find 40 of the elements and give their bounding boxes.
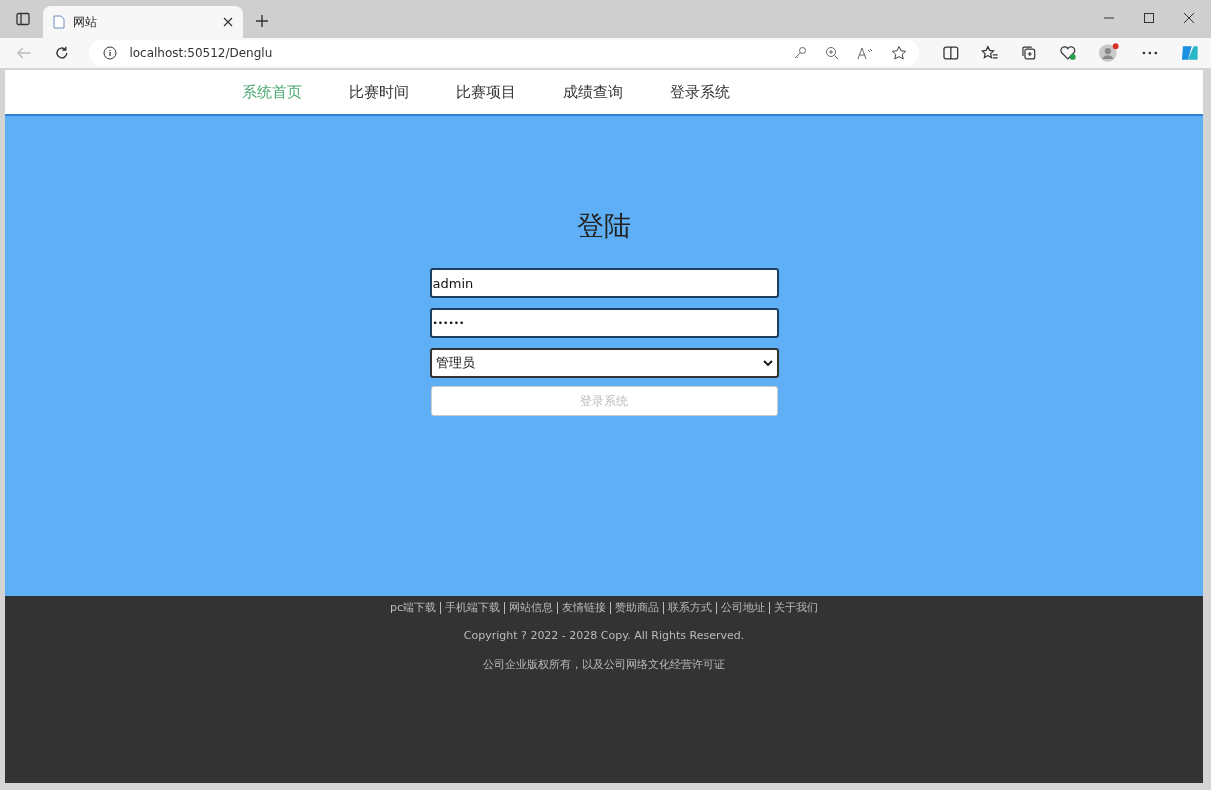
page-icon <box>53 15 65 29</box>
tab-panel-icon[interactable] <box>16 12 30 26</box>
key-icon[interactable] <box>793 46 808 60</box>
nav-link[interactable]: 比赛时间 <box>349 82 409 102</box>
footer-link[interactable]: 友情链接 <box>557 602 610 614</box>
close-icon[interactable] <box>223 17 233 27</box>
footer-link[interactable]: 公司地址 <box>716 602 769 614</box>
info-icon <box>103 46 118 60</box>
chevron-down-icon <box>762 359 773 367</box>
more-icon[interactable] <box>1141 50 1158 56</box>
password-field[interactable]: •••••• <box>429 308 779 338</box>
footer-link[interactable]: 手机端下载 <box>440 602 504 614</box>
maximize-icon[interactable] <box>1143 12 1155 24</box>
nav-link[interactable]: 登录系统 <box>670 82 730 102</box>
footer-link[interactable]: 关于我们 <box>769 602 822 614</box>
footer-link[interactable]: 赞助商品 <box>610 602 663 614</box>
license-text: 公司企业版权所有，以及公司网络文化经营许可证 <box>483 657 725 672</box>
copyright-text: Copyright ? 2022 - 2028 Copy. All Rights Reserved. <box>463 629 745 642</box>
nav-link[interactable]: 成绩查询 <box>563 82 623 102</box>
close-icon[interactable] <box>1183 12 1195 24</box>
login-title: 登陆 <box>577 209 631 243</box>
favorites-icon[interactable] <box>981 45 999 61</box>
username-field[interactable]: admin <box>429 268 779 298</box>
read-aloud-icon[interactable] <box>857 46 874 60</box>
heart-pulse-icon[interactable] <box>1058 45 1077 61</box>
footer-link[interactable]: pc端下载 <box>386 602 440 614</box>
footer-link[interactable]: 联系方式 <box>663 602 716 614</box>
profile-avatar-icon[interactable] <box>1098 42 1120 64</box>
address-field[interactable]: localhost:50512/Denglu <box>89 40 920 66</box>
tab-title: 网站 <box>73 13 98 31</box>
split-screen-icon[interactable] <box>943 46 960 60</box>
nav-link[interactable]: 比赛项目 <box>456 82 516 102</box>
zoom-icon[interactable] <box>825 46 840 60</box>
browser-tab[interactable]: 网站 <box>43 6 243 38</box>
reload-icon[interactable] <box>53 45 70 61</box>
role-dropdown[interactable]: 管理员 <box>429 348 779 378</box>
new-tab-icon[interactable] <box>255 14 269 28</box>
star-icon[interactable] <box>891 45 908 61</box>
collections-icon[interactable] <box>1020 45 1037 61</box>
footer-link[interactable]: 网站信息 <box>504 602 557 614</box>
